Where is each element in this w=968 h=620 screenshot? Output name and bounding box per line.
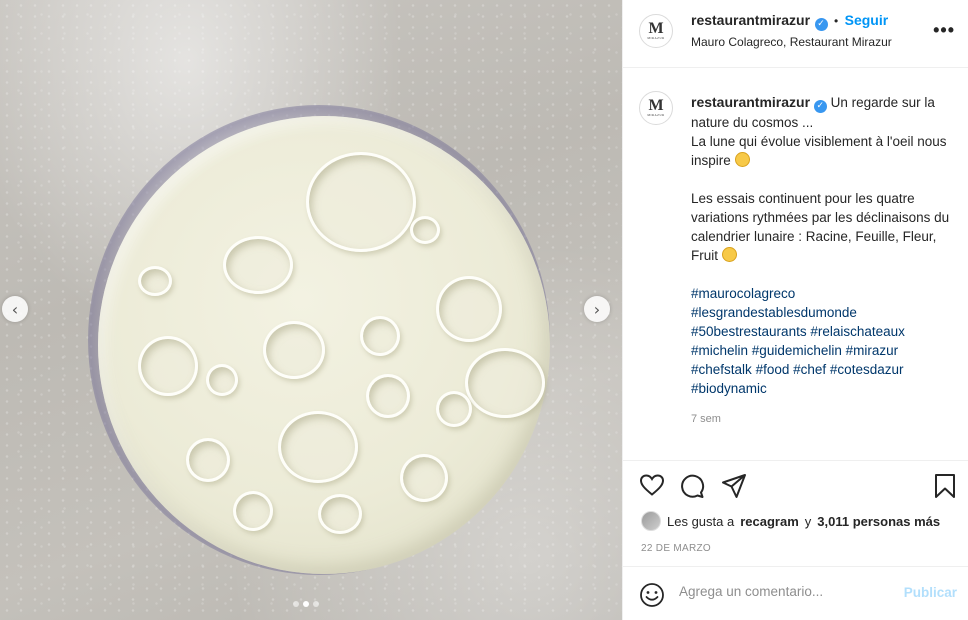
emoji-icon[interactable]	[639, 582, 665, 608]
crater	[436, 391, 472, 427]
carousel-indicator	[293, 601, 319, 607]
liker-avatar	[641, 511, 661, 531]
crater	[223, 236, 293, 294]
crater	[206, 364, 238, 396]
crater	[278, 411, 358, 483]
crater	[366, 374, 410, 418]
carousel-prev-button[interactable]: ‹	[2, 296, 28, 322]
crater	[318, 494, 362, 534]
moon-emoji-icon	[734, 152, 750, 167]
crater	[263, 321, 325, 379]
avatar-letter: M	[648, 96, 664, 114]
follow-button[interactable]: Seguir	[845, 12, 889, 28]
hashtag-link[interactable]: #relaischateaux	[810, 324, 905, 339]
hashtag-link[interactable]: #biodynamic	[691, 381, 767, 396]
likes-prefix: Les gusta a	[667, 513, 735, 529]
hashtag-link[interactable]: #guidemichelin	[752, 343, 842, 358]
hashtag-link[interactable]: #maurocolagreco	[691, 286, 795, 301]
hashtag-link[interactable]: #michelin	[691, 343, 748, 358]
caption-scroll-area[interactable]: M MIRAZUR restaurantmirazur ✓ Un regarde…	[623, 69, 968, 459]
carousel-dot	[293, 601, 299, 607]
crater	[360, 316, 400, 356]
hashtag-link[interactable]: #food	[756, 362, 790, 377]
avatar-sub: MIRAZUR	[647, 112, 665, 117]
crater	[465, 348, 545, 418]
crater	[138, 266, 172, 296]
post-sidebar: M MIRAZUR restaurantmirazur ✓ • Seguir M…	[622, 0, 968, 620]
caption-username[interactable]: restaurantmirazur	[691, 94, 810, 110]
likes-summary[interactable]: Les gusta a recagram y 3,011 personas má…	[641, 511, 940, 531]
hashtag-link[interactable]: #chefstalk	[691, 362, 752, 377]
share-icon[interactable]	[721, 473, 747, 499]
moon-dish	[98, 116, 550, 574]
crater	[436, 276, 502, 342]
hashtag-link[interactable]: #mirazur	[846, 343, 899, 358]
comment-input[interactable]	[679, 584, 879, 599]
verified-badge-icon: ✓	[814, 18, 828, 31]
likes-count[interactable]: 3,011 personas más	[817, 514, 940, 529]
caption-line-2: La lune qui évolue visiblement à l'oeil …	[691, 134, 947, 168]
crater	[410, 216, 440, 244]
heart-icon[interactable]	[639, 473, 665, 497]
avatar-sub: MIRAZUR	[647, 35, 665, 40]
separator: •	[833, 14, 839, 28]
more-options-icon[interactable]: •••	[933, 20, 955, 41]
username-link[interactable]: restaurantmirazur	[691, 12, 810, 28]
action-bar: Les gusta a recagram y 3,011 personas má…	[623, 460, 968, 566]
carousel-next-button[interactable]: ›	[584, 296, 610, 322]
post-date[interactable]: 22 DE MARZO	[641, 543, 711, 554]
post-image[interactable]: ‹ ›	[0, 0, 622, 620]
comment-box: Publicar	[623, 566, 968, 620]
caption-avatar[interactable]: M MIRAZUR	[639, 91, 673, 125]
avatar[interactable]: M MIRAZUR	[639, 14, 673, 48]
header-title-row: restaurantmirazur ✓ • Seguir	[691, 12, 888, 31]
crater	[138, 336, 198, 396]
liker-username[interactable]: recagram	[740, 514, 799, 529]
bookmark-icon[interactable]	[933, 473, 957, 499]
caption-text: restaurantmirazur ✓ Un regarde sur la na…	[691, 93, 959, 429]
hashtag-link[interactable]: #50bestrestaurants	[691, 324, 807, 339]
post-time-ago[interactable]: 7 sem	[691, 410, 959, 429]
crater	[306, 152, 416, 252]
verified-badge-icon: ✓	[813, 100, 827, 113]
hashtag-link[interactable]: #lesgrandestablesdumonde	[691, 305, 857, 320]
post-header: M MIRAZUR restaurantmirazur ✓ • Seguir M…	[623, 0, 968, 68]
crater	[233, 491, 273, 531]
carousel-dot	[313, 601, 319, 607]
crater	[186, 438, 230, 482]
publish-button[interactable]: Publicar	[904, 585, 957, 600]
location-link[interactable]: Mauro Colagreco, Restaurant Mirazur	[691, 35, 892, 49]
crater	[400, 454, 448, 502]
likes-middle: y	[804, 513, 812, 529]
avatar-letter: M	[648, 19, 664, 37]
emoji-icon	[721, 247, 737, 262]
hashtag-link[interactable]: #cotesdazur	[830, 362, 904, 377]
comment-icon[interactable]	[679, 473, 705, 499]
hashtags: #maurocolagreco #lesgrandestablesdumonde…	[691, 284, 959, 398]
carousel-dot-active	[303, 601, 309, 607]
hashtag-link[interactable]: #chef	[793, 362, 826, 377]
